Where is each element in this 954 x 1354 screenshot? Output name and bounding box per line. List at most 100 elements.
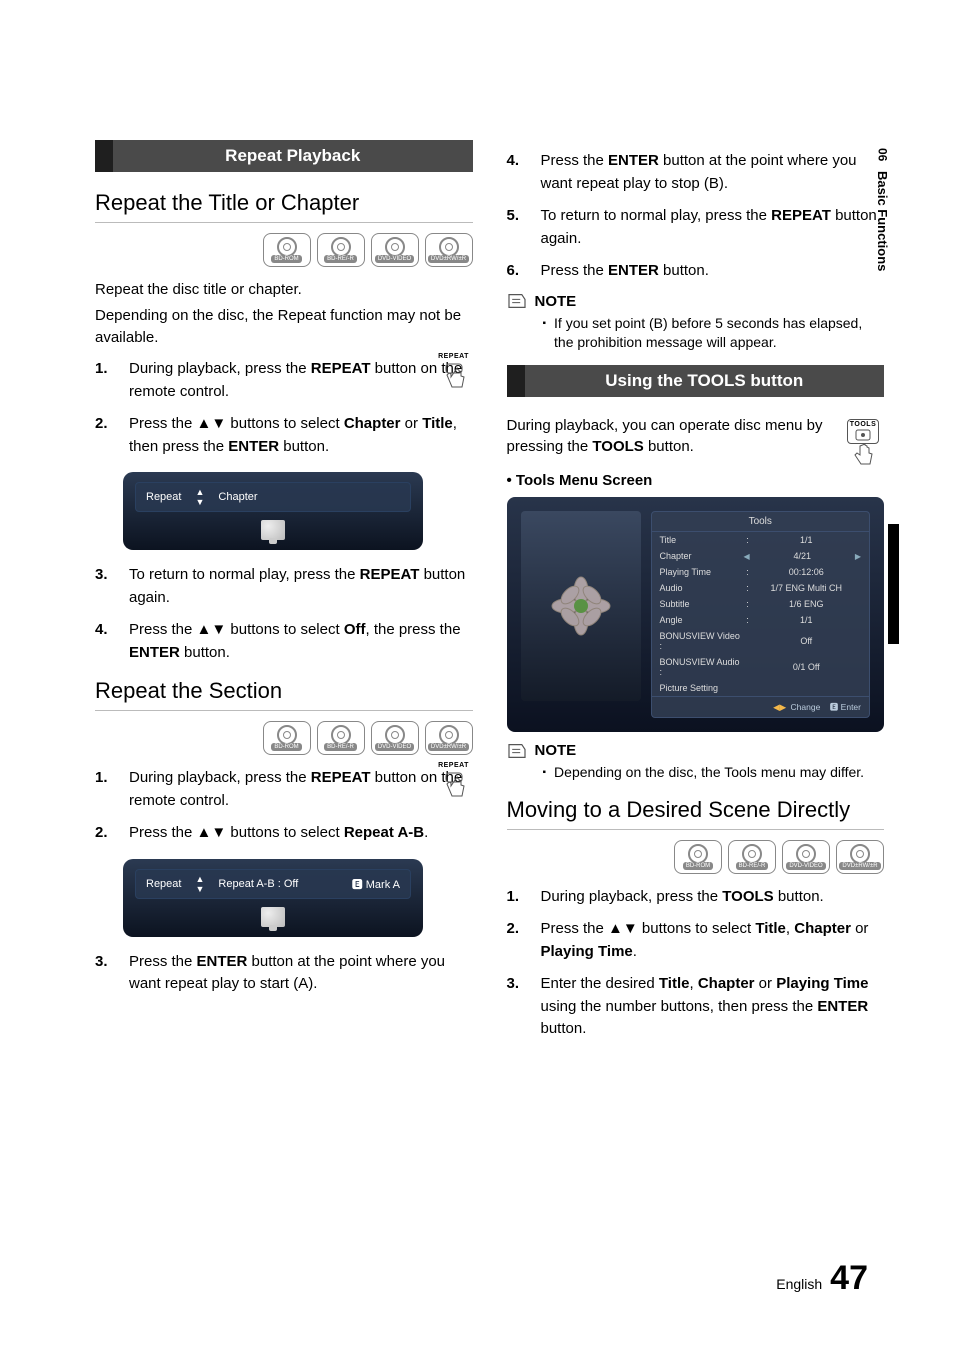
note-list-1: If you set point (B) before 5 seconds ha…	[543, 314, 885, 353]
steps-b2: 3. Press the ENTER button at the point wh…	[95, 951, 473, 996]
step-text: Press the ▲▼ buttons to select Chapter o…	[129, 413, 473, 458]
step-item: 1. During playback, press the REPEAT butt…	[95, 358, 473, 403]
note-item: If you set point (B) before 5 seconds ha…	[543, 314, 885, 353]
note-heading: NOTE	[507, 293, 885, 310]
step-text: To return to normal play, press the REPE…	[541, 205, 885, 250]
hand-press-icon	[851, 444, 875, 466]
tools-row: Title:1/1	[652, 532, 870, 548]
note-item: Depending on the disc, the Tools menu ma…	[543, 763, 885, 783]
enter-glyph-icon: 🅴	[352, 879, 366, 891]
flower-icon	[546, 571, 616, 641]
disc-badge: DVD-VIDEO	[782, 840, 830, 874]
step-item: 1. During playback, press the REPEAT butt…	[95, 767, 473, 812]
tools-menu-screenshot: Tools Title:1/1Chapter◀4/21▶Playing Time…	[507, 497, 885, 732]
step-text: During playback, press the REPEAT button…	[129, 767, 473, 812]
step-number: 1.	[507, 886, 527, 909]
step-text: Press the ▲▼ buttons to select Repeat A-…	[129, 822, 473, 845]
osd-value: Repeat A-B : Off	[218, 878, 298, 890]
step-number: 2.	[507, 918, 527, 963]
note-icon	[507, 293, 527, 309]
remote-button-icon: REPEAT	[431, 761, 477, 798]
tools-row: Angle:1/1	[652, 612, 870, 628]
step-number: 2.	[95, 413, 115, 458]
updown-icon: ▲▼	[195, 874, 204, 894]
tools-panel-title: Tools	[652, 512, 870, 532]
step-item: 4.Press the ENTER button at the point wh…	[507, 150, 885, 195]
step-item: 4.Press the ▲▼ buttons to select Off, th…	[95, 619, 473, 664]
note-icon	[507, 743, 527, 759]
step-item: 5. To return to normal play, press the RE…	[507, 205, 885, 250]
lr-arrows-icon: ◀▶	[773, 702, 786, 712]
tools-panel: Tools Title:1/1Chapter◀4/21▶Playing Time…	[651, 511, 871, 718]
page-footer: English 47	[776, 1259, 868, 1298]
remote-button-icon: REPEAT	[431, 352, 477, 389]
steps-b: 1. During playback, press the REPEAT butt…	[95, 767, 473, 845]
disc-badge: BD-RE/-R	[728, 840, 776, 874]
step-text: Press the ENTER button.	[541, 260, 885, 283]
osd-mark: Mark A	[366, 879, 400, 891]
tools-row: BONUSVIEW Video :Off	[652, 628, 870, 654]
step-number: 5.	[507, 205, 527, 250]
disc-badge-row: BD-ROMBD-RE/-RDVD-VIDEODVD±RW/±R	[95, 721, 473, 755]
page-number: 47	[830, 1259, 868, 1298]
heading-moving-scene: Moving to a Desired Scene Directly	[507, 797, 885, 830]
step-text: Press the ENTER button at the point wher…	[129, 951, 473, 996]
step-item: 2. Press the ▲▼ buttons to select Chapter…	[95, 413, 473, 458]
cursor-icon	[261, 520, 285, 540]
tools-row: Audio:1/7 ENG Multi CH	[652, 580, 870, 596]
intro-line-2: Depending on the disc, the Repeat functi…	[95, 305, 473, 349]
left-column: Repeat Playback Repeat the Title or Chap…	[95, 140, 473, 1051]
step-item: 1. During playback, press the TOOLS butto…	[507, 886, 885, 909]
osd-label: Repeat	[146, 878, 181, 890]
disc-badge: DVD±RW/±R	[425, 721, 473, 755]
step-text: During playback, press the TOOLS button.	[541, 886, 885, 909]
step-number: 3.	[507, 973, 527, 1041]
steps-a: 1. During playback, press the REPEAT butt…	[95, 358, 473, 458]
step-text: To return to normal play, press the REPE…	[129, 564, 473, 609]
tools-row: Playing Time:00:12:06	[652, 564, 870, 580]
step-item: 3.Enter the desired Title, Chapter or Pl…	[507, 973, 885, 1041]
step-text: During playback, press the REPEAT button…	[129, 358, 473, 403]
tools-intro: During playback, you can operate disc me…	[507, 415, 885, 459]
step-item: 6. Press the ENTER button.	[507, 260, 885, 283]
steps-d: 1. During playback, press the TOOLS butto…	[507, 886, 885, 1041]
osd-repeat-ab: Repeat ▲▼ Repeat A-B : Off 🅴 Mark A	[123, 859, 423, 937]
step-number: 3.	[95, 951, 115, 996]
steps-a2: 3. To return to normal play, press the RE…	[95, 564, 473, 664]
step-text: Enter the desired Title, Chapter or Play…	[541, 973, 885, 1041]
thumb-index-strip	[888, 524, 899, 644]
tools-menu-heading: Tools Menu Screen	[507, 472, 885, 489]
heading-repeat-section: Repeat the Section	[95, 678, 473, 711]
disc-badge: DVD-VIDEO	[371, 233, 419, 267]
cursor-icon	[261, 907, 285, 927]
step-number: 1.	[95, 767, 115, 812]
step-number: 1.	[95, 358, 115, 403]
tools-row: Picture Setting	[652, 680, 870, 696]
disc-badge: BD-ROM	[263, 233, 311, 267]
step-number: 2.	[95, 822, 115, 845]
step-number: 6.	[507, 260, 527, 283]
disc-badge: BD-RE/-R	[317, 233, 365, 267]
note-label: NOTE	[535, 742, 577, 759]
disc-badge-row: BD-ROMBD-RE/-RDVD-VIDEODVD±RW/±R	[95, 233, 473, 267]
step-text: Press the ENTER button at the point wher…	[541, 150, 885, 195]
step-text: Press the ▲▼ buttons to select Off, the …	[129, 619, 473, 664]
note-heading: NOTE	[507, 742, 885, 759]
disc-badge: BD-ROM	[674, 840, 722, 874]
tools-row: Chapter◀4/21▶	[652, 548, 870, 564]
right-column: 4.Press the ENTER button at the point wh…	[507, 140, 885, 1051]
step-item: 3. Press the ENTER button at the point wh…	[95, 951, 473, 996]
manual-page: 06 Basic Functions Repeat Playback Repea…	[0, 0, 954, 1354]
disc-badge: BD-ROM	[263, 721, 311, 755]
updown-icon: ▲▼	[195, 487, 204, 507]
preview-thumbnail	[521, 511, 641, 701]
tools-panel-rows: Title:1/1Chapter◀4/21▶Playing Time:00:12…	[652, 532, 870, 696]
step-number: 3.	[95, 564, 115, 609]
osd-label: Repeat	[146, 491, 181, 503]
step-item: 2. Press the ▲▼ buttons to select Repeat …	[95, 822, 473, 845]
disc-badge: DVD±RW/±R	[425, 233, 473, 267]
heading-repeat-title-chapter: Repeat the Title or Chapter	[95, 190, 473, 223]
step-text: Press the ▲▼ buttons to select Title, Ch…	[541, 918, 885, 963]
tools-panel-footer: ◀▶ Change 🅴 Enter	[652, 696, 870, 717]
step-item: 3. To return to normal play, press the RE…	[95, 564, 473, 609]
